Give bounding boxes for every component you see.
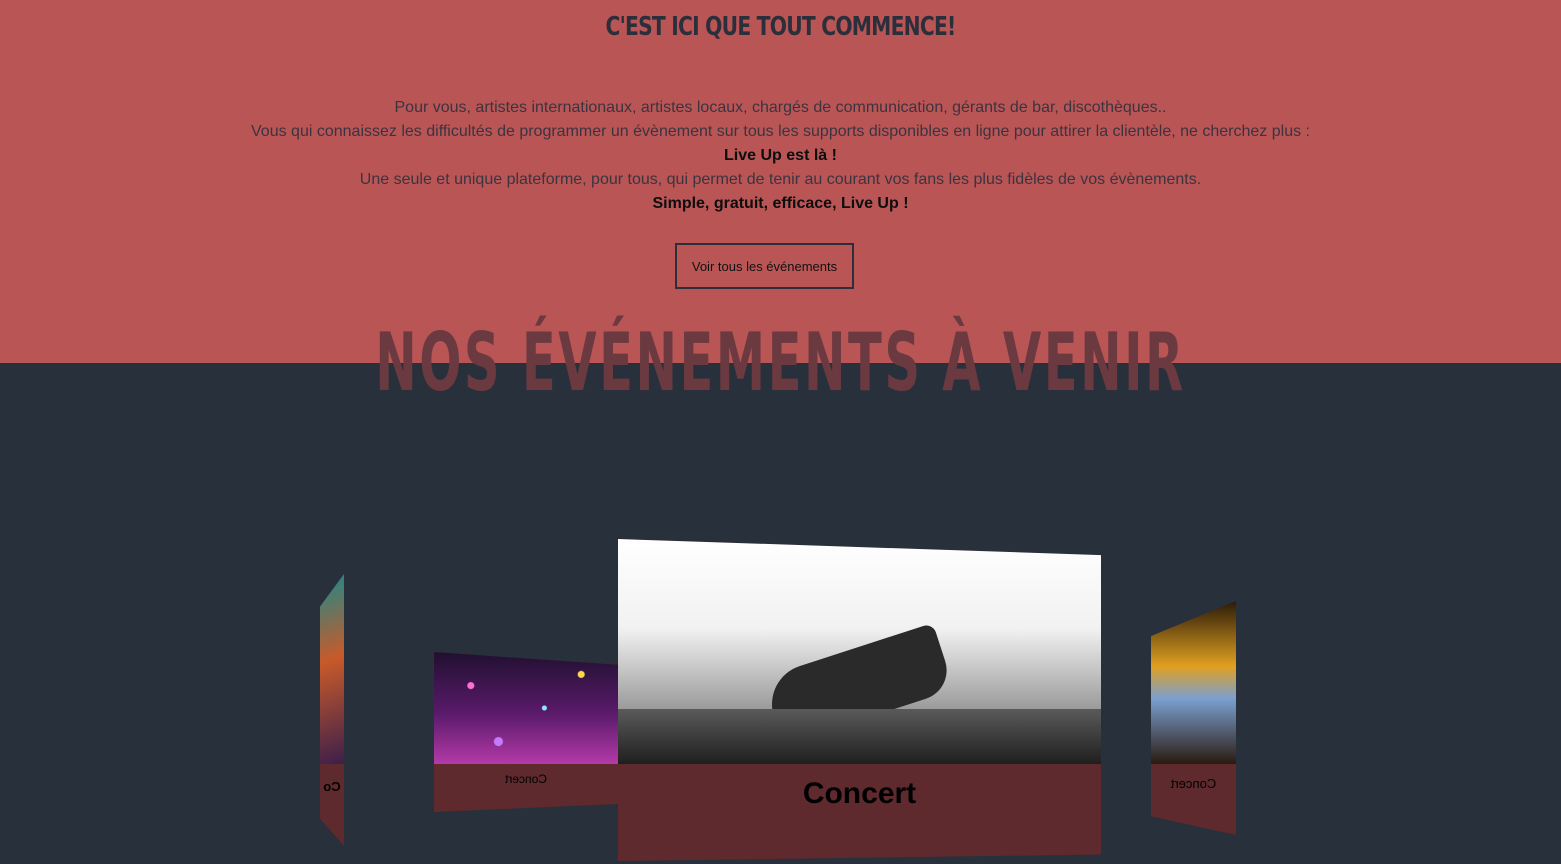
event-card[interactable]: Concert: [1151, 601, 1236, 835]
events-section-title: NOS ÉVÉNEMENTS À VENIR: [375, 316, 1186, 409]
hero-section: C'EST ICI QUE TOUT COMMENCE! Pour vous, …: [0, 0, 1561, 363]
intro-text: Pour vous, artistes internationaux, arti…: [0, 96, 1561, 216]
event-image: [618, 539, 1101, 764]
event-card-label: Concert: [1170, 776, 1217, 791]
intro-line: Une seule et unique plateforme, pour tou…: [359, 171, 1202, 188]
event-card-active[interactable]: Concert: [618, 539, 1101, 861]
event-card-label: Concert: [802, 777, 917, 810]
event-image: [434, 652, 618, 764]
event-image: [320, 574, 344, 764]
intro-line: Pour vous, artistes internationaux, arti…: [394, 99, 1167, 116]
event-card-label: Co: [323, 779, 341, 794]
intro-slogan: Simple, gratuit, efficace, Live Up !: [652, 195, 909, 212]
crowd-shape: [618, 709, 1101, 764]
view-all-events-button[interactable]: Voir tous les événements: [675, 243, 854, 289]
intro-line: Vous qui connaissez les difficultés de p…: [251, 123, 1310, 140]
intro-tagline: Live Up est là !: [724, 147, 837, 164]
event-card-label: Concert: [504, 772, 548, 786]
event-card[interactable]: Co: [320, 574, 344, 846]
hero-title: C'EST ICI QUE TOUT COMMENCE!: [605, 12, 956, 42]
event-card[interactable]: Concert: [434, 652, 618, 812]
